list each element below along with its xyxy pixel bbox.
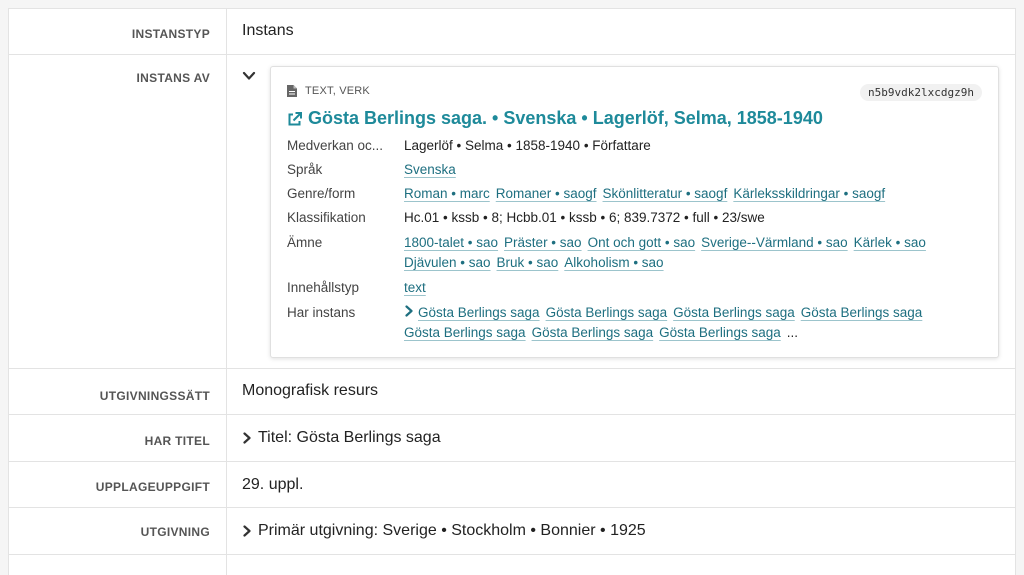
- prop-genre: Genre/form Roman • marc Romaner • saogf Sk…: [287, 185, 987, 203]
- more-ellipsis[interactable]: ...: [787, 325, 798, 340]
- row-label: UTGIVNINGSSÄTT: [9, 369, 227, 414]
- prop-key: Medverkan oc...: [287, 138, 384, 153]
- document-icon: [287, 85, 297, 97]
- chevron-right-icon[interactable]: [242, 522, 252, 538]
- prop-innehallstyp: Innehållstyp text: [287, 279, 987, 297]
- instance-link[interactable]: Gösta Berlings saga: [532, 325, 654, 340]
- card-title-link[interactable]: Gösta Berlings saga. • Svenska • Lagerlö…: [287, 108, 823, 129]
- row-value: Monografisk resurs: [242, 382, 379, 399]
- instance-link[interactable]: Gösta Berlings saga: [659, 325, 781, 340]
- subject-link[interactable]: Sverige--Värmland • sao: [701, 235, 848, 250]
- prop-key: Klassifikation: [287, 210, 366, 225]
- row-next-partial: [9, 555, 1015, 575]
- prop-key: Har instans: [287, 305, 356, 320]
- prop-value: Svenska: [404, 161, 987, 179]
- title-value: Titel: Gösta Berlings saga: [258, 429, 441, 446]
- row-label: INSTANSTYP: [9, 9, 227, 54]
- row-label: INSTANS AV: [9, 55, 227, 368]
- prop-value: Gösta Berlings saga Gösta Berlings saga Gö…: [404, 303, 987, 343]
- genre-link[interactable]: Kärleksskildringar • saogf: [733, 186, 885, 201]
- row-utgivningssatt: UTGIVNINGSSÄTT Monografisk resurs: [9, 369, 1015, 415]
- prop-har-instans: Har instans Gösta Berlings saga Gösta Ber…: [287, 303, 987, 343]
- instance-link[interactable]: Gösta Berlings saga: [546, 305, 668, 320]
- prop-value: Lagerlöf • Selma • 1858-1940 • Författar…: [404, 138, 651, 153]
- prop-key: Ämne: [287, 235, 323, 250]
- prop-key: Genre/form: [287, 186, 356, 201]
- card-type-label: TEXT, VERK: [305, 85, 370, 97]
- subject-link[interactable]: Kärlek • sao: [854, 235, 926, 250]
- subject-link[interactable]: Präster • sao: [504, 235, 582, 250]
- row-label: [9, 555, 227, 575]
- row-har-titel: HAR TITEL Titel: Gösta Berlings saga: [9, 415, 1015, 462]
- chevron-right-icon[interactable]: [242, 429, 252, 445]
- card-type: TEXT, VERK: [287, 85, 370, 97]
- card-title-text: Gösta Berlings saga. • Svenska • Lagerlö…: [308, 108, 823, 128]
- card-properties: Medverkan oc... Lagerlöf • Selma • 1858-…: [287, 137, 987, 349]
- linked-work-card: TEXT, VERK n5b9vdk2lxcdgz9h Gösta Berlin…: [270, 66, 999, 358]
- external-link-icon: [287, 111, 302, 126]
- row-label: UPPLAGEUPPGIFT: [9, 462, 227, 507]
- record-id-badge: n5b9vdk2lxcdgz9h: [860, 84, 982, 101]
- prop-value: Hc.01 • kssb • 8; Hcbb.01 • kssb • 6; 83…: [404, 210, 765, 225]
- row-value: Instans: [242, 22, 294, 39]
- row-utgivning: UTGIVNING Primär utgivning: Sverige • St…: [9, 508, 1015, 555]
- instance-link[interactable]: Gösta Berlings saga: [673, 305, 795, 320]
- prop-klassifikation: Klassifikation Hc.01 • kssb • 8; Hcbb.01…: [287, 209, 987, 227]
- row-instans-av: INSTANS AV TEXT, VERK n5b9vdk2lxcdgz9h G: [9, 55, 1015, 369]
- instance-link[interactable]: Gösta Berlings saga: [418, 305, 540, 320]
- prop-value: 1800-talet • sao Präster • sao Ont och got…: [404, 233, 987, 273]
- genre-link[interactable]: Roman • marc: [404, 186, 490, 201]
- publication-value: Primär utgivning: Sverige • Stockholm • …: [258, 522, 646, 539]
- row-value: [227, 555, 1015, 575]
- record-view: INSTANSTYP Instans INSTANS AV TEXT, VERK…: [8, 8, 1016, 575]
- instance-link[interactable]: Gösta Berlings saga: [801, 305, 923, 320]
- row-value[interactable]: Primär utgivning: Sverige • Stockholm • …: [227, 508, 1015, 554]
- row-instanstyp: INSTANSTYP Instans: [9, 9, 1015, 55]
- genre-link[interactable]: Skönlitteratur • saogf: [603, 186, 728, 201]
- row-upplageuppgift: UPPLAGEUPPGIFT 29. uppl.: [9, 462, 1015, 508]
- prop-medverkan: Medverkan oc... Lagerlöf • Selma • 1858-…: [287, 137, 987, 155]
- row-label: HAR TITEL: [9, 415, 227, 461]
- subject-link[interactable]: Djävulen • sao: [404, 255, 491, 270]
- subject-link[interactable]: Ont och gott • sao: [588, 235, 696, 250]
- language-link[interactable]: Svenska: [404, 162, 456, 177]
- prop-value: text: [404, 279, 987, 297]
- row-value: 29. uppl.: [242, 476, 304, 493]
- prop-value: Roman • marc Romaner • saogf Skönlitteratu…: [404, 185, 987, 203]
- subject-link[interactable]: Bruk • sao: [497, 255, 559, 270]
- prop-key: Språk: [287, 162, 323, 177]
- subject-link[interactable]: 1800-talet • sao: [404, 235, 498, 250]
- prop-amne: Ämne 1800-talet • sao Präster • sao Ont oc…: [287, 233, 987, 273]
- subject-link[interactable]: Alkoholism • sao: [564, 255, 663, 270]
- prop-key: Innehållstyp: [287, 280, 360, 295]
- genre-link[interactable]: Romaner • saogf: [496, 186, 597, 201]
- chevron-right-icon[interactable]: [404, 303, 414, 323]
- content-type-link[interactable]: text: [404, 280, 426, 295]
- row-value: TEXT, VERK n5b9vdk2lxcdgz9h Gösta Berlin…: [227, 55, 1015, 368]
- chevron-down-icon[interactable]: [242, 69, 256, 83]
- row-label: UTGIVNING: [9, 508, 227, 554]
- prop-sprak: Språk Svenska: [287, 161, 987, 179]
- row-value[interactable]: Titel: Gösta Berlings saga: [227, 415, 1015, 461]
- instance-link[interactable]: Gösta Berlings saga: [404, 325, 526, 340]
